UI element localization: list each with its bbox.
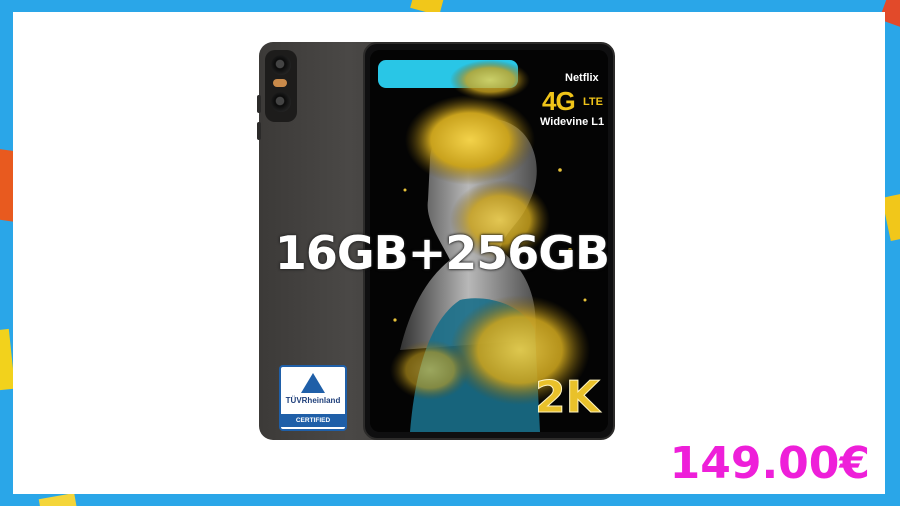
decorative-shape (38, 493, 78, 506)
price-text: 149.00€ (669, 438, 870, 489)
network-lte-label: LTE (583, 96, 603, 108)
product-banner: TÜVRheinland CERTIFIED Netflix 4G LTE Wi… (0, 0, 900, 506)
certification-brand: TÜVRheinland (285, 396, 341, 405)
resolution-label: 2K (535, 372, 601, 424)
side-button (257, 122, 261, 140)
tuv-triangle-icon (301, 373, 325, 393)
camera-icon (271, 92, 291, 112)
storage-spec-text: 16GB+256GB (274, 226, 610, 280)
camera-icon (271, 55, 291, 75)
certification-label: CERTIFIED (281, 414, 345, 427)
side-button (257, 95, 261, 113)
flash-icon (273, 79, 287, 87)
netflix-label: Netflix (565, 72, 599, 84)
tuv-certification-logo: TÜVRheinland CERTIFIED (279, 365, 347, 431)
widevine-label: Widevine L1 (540, 116, 605, 128)
network-4g-label: 4G (542, 86, 576, 116)
